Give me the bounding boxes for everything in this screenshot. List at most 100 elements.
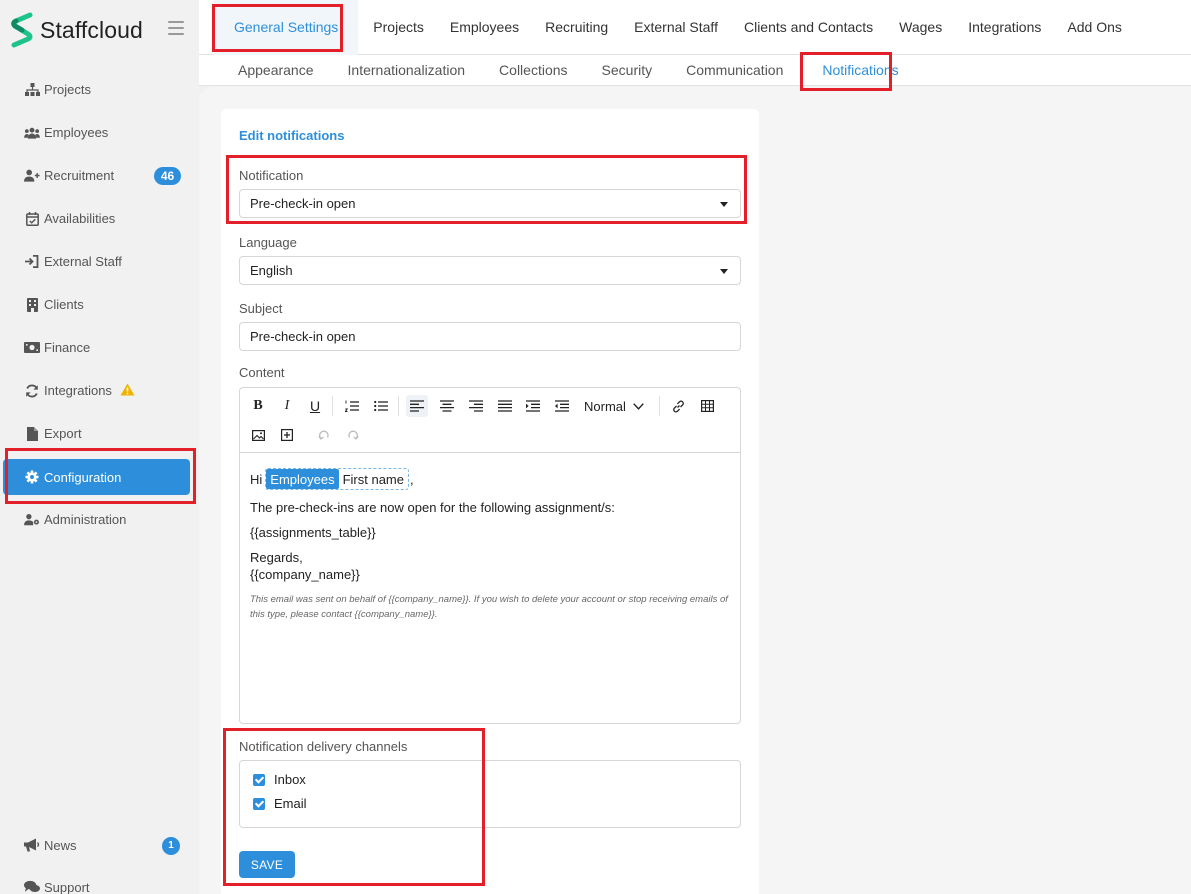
sidebar-item-projects[interactable]: Projects (0, 68, 199, 111)
tab-recruiting[interactable]: Recruiting (532, 0, 621, 55)
logo-mark-icon (10, 12, 34, 48)
align-right-icon[interactable] (465, 395, 487, 417)
user-cog-icon (24, 513, 40, 527)
tab-clients-and-contacts[interactable]: Clients and Contacts (731, 0, 886, 55)
sidebar-item-label: News (44, 837, 77, 853)
content-editor[interactable]: B I U Normal Hi Employees First name , T… (239, 387, 741, 724)
staffcloud-logo[interactable]: Staffcloud (10, 11, 143, 49)
undo-icon[interactable] (313, 424, 335, 446)
sitemap-icon (24, 83, 40, 97)
tab-integrations[interactable]: Integrations (955, 0, 1054, 55)
channel-inbox[interactable]: Inbox (253, 772, 306, 787)
recruitment-count-badge: 46 (154, 167, 181, 185)
sidebar-item-employees[interactable]: Employees (0, 111, 199, 154)
notification-select[interactable]: Pre-check-in open (239, 189, 741, 218)
sidebar-item-configuration[interactable]: Configuration (3, 459, 190, 495)
notification-label: Notification (239, 168, 304, 183)
image-icon[interactable] (247, 424, 269, 446)
sidebar-item-availabilities[interactable]: Availabilities (0, 197, 199, 240)
tab-wages[interactable]: Wages (886, 0, 955, 55)
sidebar-item-label: Finance (44, 340, 91, 355)
sidebar-item-label: Clients (44, 297, 84, 312)
text-format-select[interactable]: Normal (584, 395, 644, 417)
sidebar-item-administration[interactable]: Administration (0, 498, 199, 541)
channel-email[interactable]: Email (253, 796, 307, 811)
tab-add-ons[interactable]: Add Ons (1054, 0, 1134, 55)
toolbar-divider (659, 396, 660, 416)
table-icon[interactable] (696, 395, 718, 417)
news-count-badge: 1 (162, 837, 180, 855)
bold-icon[interactable]: B (247, 395, 269, 417)
indent-icon[interactable] (522, 395, 544, 417)
sidebar-item-label: Administration (44, 512, 127, 527)
align-center-icon[interactable] (436, 395, 458, 417)
sidebar-item-recruitment[interactable]: Recruitment 46 (0, 154, 199, 197)
sign-in-icon (24, 255, 40, 269)
caret-down-icon (720, 269, 728, 274)
placeholder-chip[interactable]: Employees First name (265, 468, 409, 490)
subtab-communication[interactable]: Communication (669, 55, 800, 86)
text-format-value: Normal (584, 398, 626, 414)
sidebar-item-label: Support (44, 879, 90, 894)
editor-body[interactable]: Hi Employees First name , The pre-check-… (250, 462, 730, 622)
checkbox-checked-icon[interactable] (253, 773, 265, 786)
notification-select-value: Pre-check-in open (250, 196, 356, 211)
sidebar-item-label: Export (44, 426, 82, 441)
top-nav: General Settings Projects Employees Recr… (199, 0, 1191, 55)
sidebar-item-clients[interactable]: Clients (0, 283, 199, 326)
redo-icon[interactable] (342, 424, 364, 446)
subtab-notifications[interactable]: Notifications (812, 55, 908, 86)
language-select[interactable]: English (239, 256, 741, 285)
language-select-value: English (250, 263, 293, 278)
form-title: Edit notifications (239, 128, 345, 143)
subtab-collections[interactable]: Collections (482, 55, 584, 86)
money-bill-icon (24, 341, 40, 355)
email-footnote: This email was sent on behalf of {{compa… (250, 594, 728, 620)
chevron-down-icon (633, 402, 644, 410)
cog-icon (24, 470, 40, 484)
align-justify-icon[interactable] (494, 395, 516, 417)
save-button[interactable]: SAVE (239, 851, 295, 878)
bullet-list-icon[interactable] (370, 395, 392, 417)
sidebar-item-external-staff[interactable]: External Staff (0, 240, 199, 283)
checkbox-checked-icon[interactable] (253, 797, 265, 810)
subtab-internationalization[interactable]: Internationalization (331, 55, 483, 86)
subtab-appearance[interactable]: Appearance (221, 55, 331, 86)
sidebar-item-news[interactable]: News 1 (0, 824, 199, 866)
toolbar-divider (332, 396, 333, 416)
sidebar-item-finance[interactable]: Finance (0, 326, 199, 369)
editor-toolbar: B I U Normal (240, 388, 740, 453)
caret-down-icon (720, 202, 728, 207)
tab-employees[interactable]: Employees (437, 0, 532, 55)
sidebar-item-label: Integrations (44, 383, 112, 398)
tab-general-settings[interactable]: General Settings (214, 0, 359, 55)
italic-icon[interactable]: I (276, 395, 298, 417)
language-label: Language (239, 235, 297, 250)
outdent-icon[interactable] (551, 395, 573, 417)
sidebar-item-support[interactable]: Support (0, 866, 199, 894)
link-icon[interactable] (667, 395, 689, 417)
tab-projects[interactable]: Projects (360, 0, 437, 55)
placeholder-chip-entity: Employees (266, 469, 339, 489)
building-icon (24, 297, 40, 312)
ordered-list-icon[interactable] (341, 395, 363, 417)
file-icon (24, 426, 40, 441)
sidebar-item-export[interactable]: Export (0, 412, 199, 455)
subject-input[interactable]: Pre-check-in open (239, 322, 741, 351)
comments-icon (24, 880, 40, 894)
sync-icon (24, 384, 40, 398)
sidebar-item-label: Configuration (44, 469, 122, 485)
sidebar-item-label: Employees (44, 125, 109, 140)
sidebar-item-integrations[interactable]: Integrations (0, 369, 199, 412)
insert-placeholder-icon[interactable] (276, 424, 298, 446)
content-label: Content (239, 365, 285, 380)
channel-label: Inbox (274, 772, 306, 787)
align-left-icon[interactable] (406, 395, 428, 417)
subtab-security[interactable]: Security (585, 55, 670, 86)
tab-external-staff[interactable]: External Staff (621, 0, 731, 55)
underline-icon[interactable]: U (304, 395, 326, 417)
subject-input-value: Pre-check-in open (250, 329, 356, 344)
menu-toggle-icon[interactable] (168, 21, 184, 35)
notification-form-card: Edit notifications Notification Pre-chec… (221, 109, 759, 894)
calendar-check-icon (24, 211, 40, 226)
